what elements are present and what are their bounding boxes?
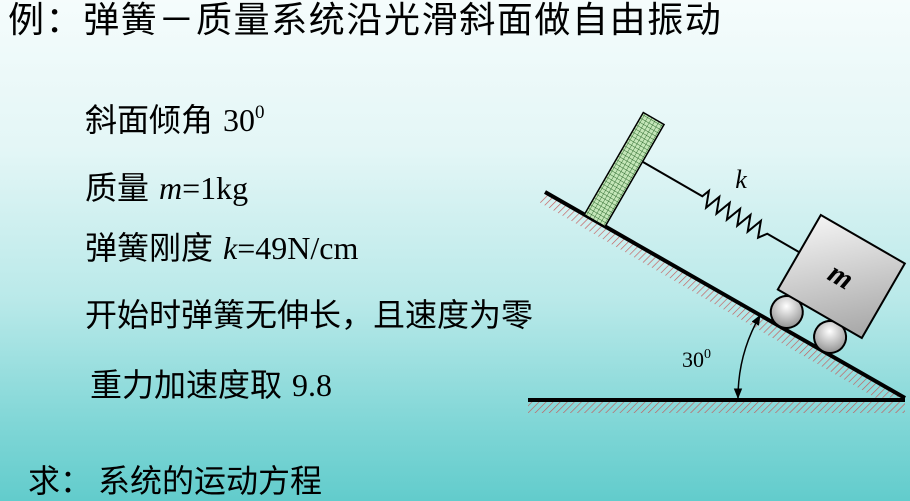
slide: 例：弹簧－质量系统沿光滑斜面做自由振动 斜面倾角 300 质量 m=1kg 弹簧刚度…: [0, 0, 910, 501]
angle-value: 30: [682, 347, 704, 372]
spring: [642, 160, 800, 254]
ground-hatch: [528, 402, 905, 413]
spring-constant-label: k: [735, 165, 747, 194]
wall-post: [583, 111, 666, 228]
incline-spring-mass-diagram: m k 300: [528, 111, 907, 413]
angle-label: 300: [682, 347, 711, 372]
incline-frame: m: [583, 111, 907, 354]
angle-degree: 0: [704, 347, 711, 362]
